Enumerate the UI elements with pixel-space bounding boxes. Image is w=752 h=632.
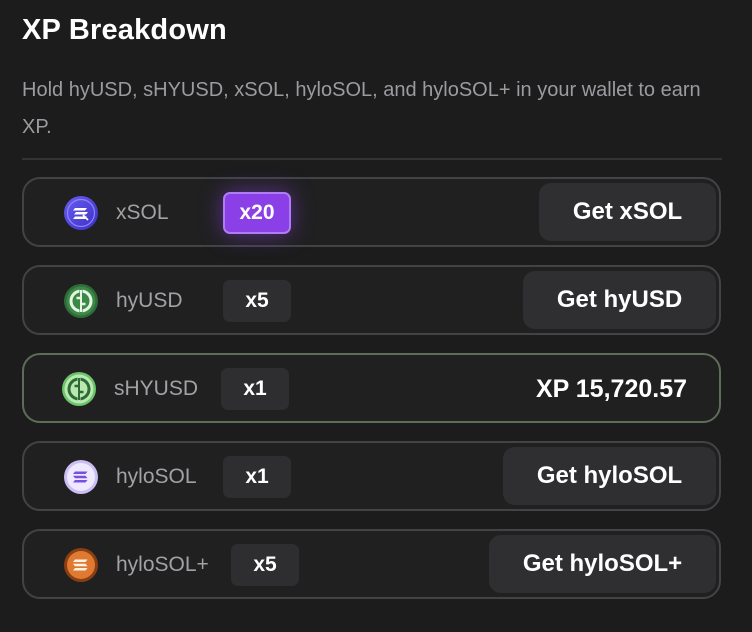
page-title: XP Breakdown <box>22 14 227 46</box>
token-row-hyusd: hyUSD x5 Get hyUSD <box>22 265 721 335</box>
multiplier-badge: x5 <box>231 544 299 586</box>
divider <box>22 158 722 160</box>
multiplier-badge: x1 <box>221 368 289 410</box>
token-name: hyUSD <box>116 289 183 312</box>
token-name: hyloSOL+ <box>116 553 209 576</box>
shyusd-icon <box>62 372 96 406</box>
token-name: xSOL <box>116 201 169 224</box>
hyusd-icon <box>64 284 98 318</box>
token-row-xsol: xSOL x20 Get xSOL <box>22 177 721 247</box>
multiplier-badge: x1 <box>223 456 291 498</box>
token-row-hylosol-plus: hyloSOL+ x5 Get hyloSOL+ <box>22 529 721 599</box>
xsol-icon <box>64 196 98 230</box>
multiplier-badge: x5 <box>223 280 291 322</box>
get-hylosol-plus-button[interactable]: Get hyloSOL+ <box>489 535 716 593</box>
token-name: hyloSOL <box>116 465 197 488</box>
get-hylosol-button[interactable]: Get hyloSOL <box>503 447 716 505</box>
token-name: sHYUSD <box>114 377 199 400</box>
multiplier-badge: x20 <box>223 192 291 234</box>
token-row-hylosol: hyloSOL x1 Get hyloSOL <box>22 441 721 511</box>
page-subtitle: Hold hyUSD, sHYUSD, xSOL, hyloSOL, and h… <box>22 79 701 138</box>
get-hyusd-button[interactable]: Get hyUSD <box>523 271 716 329</box>
hylosol-plus-icon <box>64 548 98 582</box>
xp-balance: XP 15,720.57 <box>535 375 687 403</box>
get-xsol-button[interactable]: Get xSOL <box>539 183 716 241</box>
hylosol-icon <box>64 460 98 494</box>
token-row-shyusd: sHYUSD x1 XP 15,720.57 <box>22 353 721 423</box>
